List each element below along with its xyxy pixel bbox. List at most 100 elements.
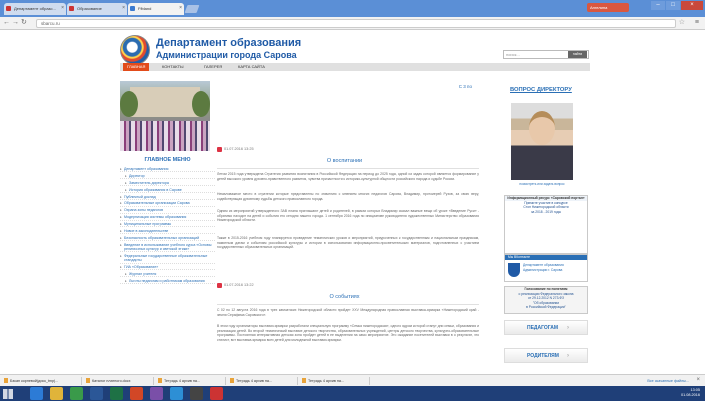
show-all-downloads-link[interactable]: Все скачанные файлы... — [647, 377, 689, 385]
menu-subitem[interactable]: Льготы педагогам и работникам образовани… — [120, 279, 215, 285]
window-close-icon[interactable]: × — [681, 1, 703, 10]
photo-crowd — [120, 121, 210, 151]
menu-item[interactable]: Модернизация системы образования — [120, 215, 215, 221]
tab-close-icon[interactable]: × — [179, 5, 182, 11]
article-paragraph: Одним из мероприятий утвержденного ЗАВ п… — [217, 209, 479, 223]
window-controls: – □ × — [651, 1, 703, 10]
search-button[interactable]: найти — [568, 51, 587, 58]
browser-menu-icon[interactable]: ≡ — [695, 19, 699, 27]
dept-subtitle: Администрации города Сарова — [156, 50, 297, 60]
downloads-close-icon[interactable]: × — [696, 376, 700, 385]
nav-sitemap[interactable]: Карта сайта — [234, 63, 269, 71]
nav-gallery[interactable]: Галерея — [200, 63, 226, 71]
tab-favicon-icon — [130, 6, 135, 11]
chrome-icon[interactable] — [70, 387, 83, 400]
tray-date: 01.08.2016 — [680, 393, 700, 397]
vk-widget[interactable]: Мы ВКонтакте Департамент образования Адм… — [504, 254, 588, 282]
menu-item[interactable]: Безопасность образовательных организаций — [120, 236, 215, 242]
info-resource-box[interactable]: Информационный ресурс «Саровский портал»… — [504, 195, 588, 254]
download-item[interactable]: Тетрадь 4 архив на... — [156, 377, 226, 385]
app-icon[interactable] — [190, 387, 203, 400]
new-tab-button[interactable] — [184, 5, 200, 13]
tab-close-icon[interactable]: × — [122, 5, 125, 11]
minimize-icon[interactable]: – — [651, 1, 665, 10]
photo-tree — [192, 91, 210, 117]
menu-item[interactable]: Публичный доклад — [120, 195, 215, 200]
article-title[interactable]: О воспитании — [217, 158, 472, 164]
web-page: Департамент образования Администрации го… — [0, 30, 705, 374]
article-date: 01.07.2016 13:25 — [217, 147, 254, 152]
menu-subitem[interactable]: История образования в Сарове — [120, 188, 215, 193]
maximize-icon[interactable]: □ — [666, 1, 680, 10]
vk-widget-header: Мы ВКонтакте — [505, 255, 587, 260]
city-emblem-logo[interactable] — [120, 35, 150, 65]
reload-icon[interactable]: ↻ — [21, 19, 27, 27]
director-portrait[interactable] — [511, 103, 573, 180]
menu-item[interactable]: Охрана зоны педагогов — [120, 208, 215, 214]
bookmark-star-icon[interactable]: ☆ — [679, 19, 685, 27]
vk-widget-text: Департамент образования Администрации г.… — [523, 263, 564, 272]
info-box-line: за 2018 - 2019 годы — [531, 209, 561, 214]
nav-contacts[interactable]: Контакты — [158, 63, 188, 71]
photo-tree — [120, 91, 138, 117]
browser-tab-bar: Департамент образо... × Образование × Ff… — [0, 0, 705, 17]
ie-icon[interactable] — [30, 387, 43, 400]
portrait-caption[interactable]: посмотреть или задать вопрос — [511, 182, 573, 186]
teachers-button[interactable]: ПЕДАГОГАМ — [504, 320, 588, 335]
votes-box[interactable]: Голосование по понятиям о реализации Фед… — [504, 286, 588, 314]
ask-director-title[interactable]: ВОПРОС ДИРЕКТОРУ — [510, 87, 572, 93]
windows-start-icon[interactable] — [3, 389, 13, 399]
back-arrow-icon[interactable]: ← — [3, 19, 10, 27]
menu-item[interactable]: Введение в использование учебного курса … — [120, 243, 215, 253]
menu-item[interactable]: Новое в законодательстве — [120, 229, 215, 235]
tab-3[interactable]: Ffbland × — [128, 3, 184, 15]
tab-favicon-icon — [69, 6, 74, 11]
top-link[interactable]: С 3 по — [217, 84, 472, 89]
download-item[interactable]: Бэкап корневой(диск_tmp)... — [2, 377, 82, 385]
forward-arrow-icon[interactable]: → — [12, 19, 19, 27]
app-icon[interactable] — [210, 387, 223, 400]
tab-3-label: Ffbland — [138, 6, 152, 11]
article-paragraph: С 02 по 12 августа 2016 года в трех камч… — [217, 308, 479, 317]
tab-close-icon[interactable]: × — [61, 5, 64, 11]
portrait-head — [529, 111, 555, 145]
parents-button[interactable]: РОДИТЕЛЯМ — [504, 348, 588, 363]
tab-1-label: Департамент образо... — [14, 6, 56, 11]
tab-2[interactable]: Образование × — [67, 3, 127, 15]
main-nav: Главная Контакты Галерея Карта сайта — [120, 63, 590, 71]
word-icon[interactable] — [90, 387, 103, 400]
vk-emblem-icon — [508, 263, 520, 277]
explorer-icon[interactable] — [50, 387, 63, 400]
tab-2-label: Образование — [77, 6, 102, 11]
tab-1[interactable]: Департамент образо... × — [4, 3, 66, 15]
app-icon[interactable] — [150, 387, 163, 400]
excel-icon[interactable] — [110, 387, 123, 400]
dept-title: Департамент образования — [156, 37, 302, 49]
nav-home[interactable]: Главная — [123, 63, 150, 71]
menu-subitem[interactable]: Заместитель директора — [120, 181, 215, 187]
news-column: С 3 по 01.07.2016 13:25 О воспитании Лет… — [217, 81, 492, 374]
address-toolbar: ← → ↻ sbarcu.ru ☆ ≡ — [0, 17, 705, 30]
profile-chip[interactable]: Ангелина — [587, 3, 629, 12]
menu-item[interactable]: Муниципальные программы — [120, 222, 215, 228]
skype-icon[interactable] — [170, 387, 183, 400]
download-item[interactable]: Каталог платного.docx — [84, 377, 154, 385]
tab-favicon-icon — [6, 6, 11, 11]
divider — [217, 168, 479, 169]
divider — [217, 304, 479, 305]
menu-subitem[interactable]: Журнал учителя — [120, 272, 215, 278]
address-bar[interactable]: sbarcu.ru — [36, 19, 676, 28]
download-item[interactable]: Тетрадь 4 архив на... — [228, 377, 298, 385]
menu-item[interactable]: ГИА «Образование» — [120, 265, 215, 271]
powerpoint-icon[interactable] — [130, 387, 143, 400]
menu-item[interactable]: Образовательные организации Сарова — [120, 201, 215, 207]
system-tray[interactable]: 13:05 01.08.2016 — [681, 388, 700, 398]
download-item[interactable]: Тетрадь 4 архив на... — [300, 377, 370, 385]
article-paragraph: В этом году организаторы выставки-ярмарк… — [217, 324, 479, 343]
menu-item[interactable]: Департамент образования — [120, 167, 215, 173]
menu-subitem[interactable]: Директор — [120, 174, 215, 180]
event-photo — [120, 81, 210, 151]
article-title[interactable]: О событиях — [217, 294, 472, 300]
photo-building — [130, 87, 200, 117]
menu-item[interactable]: Федеральные государственные образователь… — [120, 254, 215, 264]
